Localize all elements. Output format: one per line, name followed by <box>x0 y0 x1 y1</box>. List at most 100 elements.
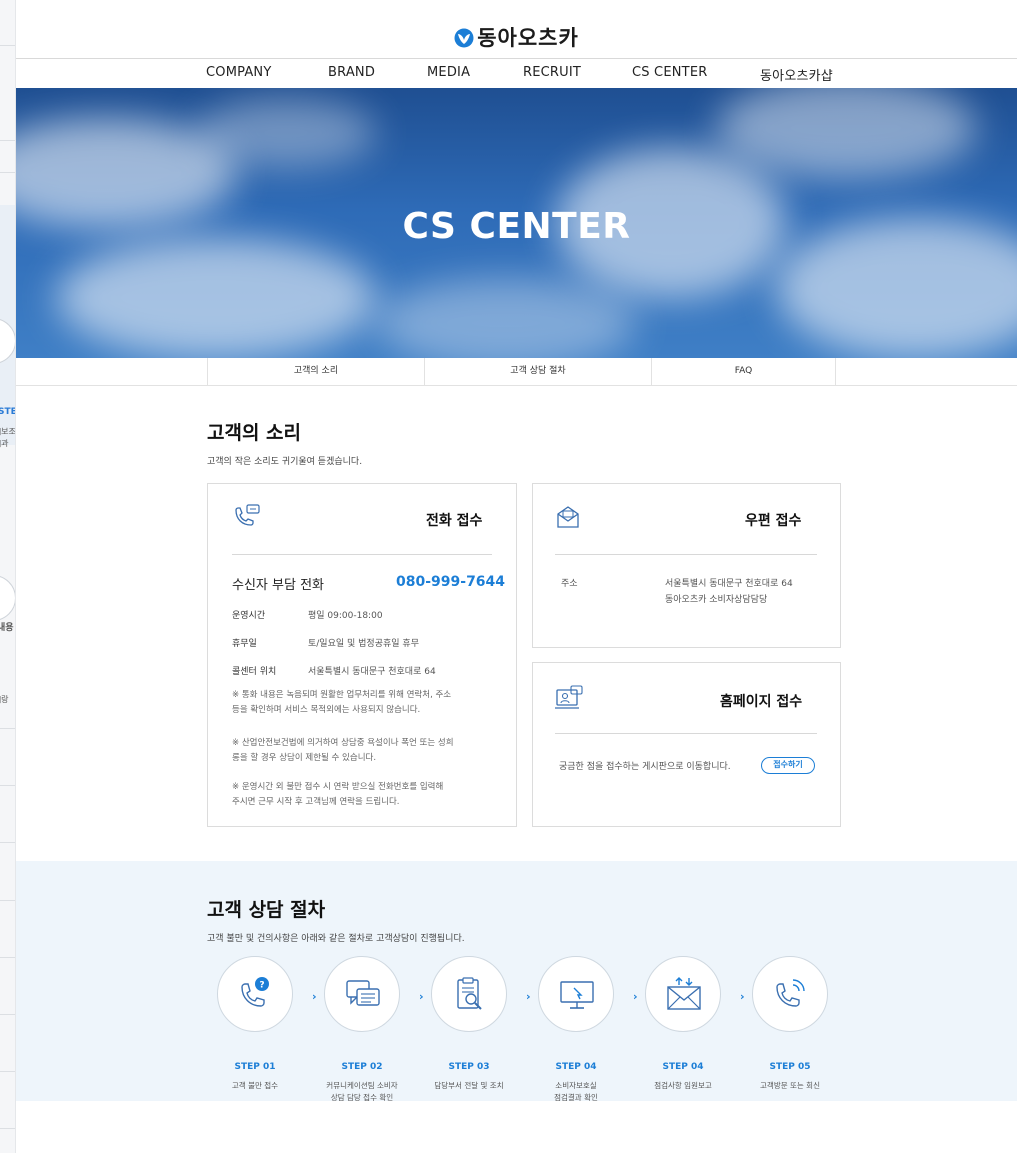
apply-button[interactable]: 접수하기 <box>761 757 815 774</box>
bg-divider <box>0 842 15 843</box>
section-tabs: 고객의 소리 고객 상담 절차 FAQ <box>16 358 1017 386</box>
note-after-hours: ※ 운영시간 외 불만 접수 시 연락 받으실 전화번호를 입력해 주시면 근무… <box>232 780 443 810</box>
step-arrow: › <box>633 990 638 1003</box>
callcenter-label: 콜센터 위치 <box>232 667 277 677</box>
main-nav: COMPANY BRAND MEDIA RECRUIT CS CENTER 동아… <box>16 60 1017 88</box>
step-desc-line: 담당부서 전달 및 조치 <box>434 1081 504 1090</box>
voice-subtitle: 고객의 작은 소리도 귀기울여 듣겠습니다. <box>207 457 363 467</box>
chat-bubbles-icon <box>346 980 380 1006</box>
card-divider <box>555 733 817 734</box>
mail-report-icon <box>667 977 701 1010</box>
step-circle: ? <box>217 956 293 1032</box>
cloud-shape <box>716 88 976 178</box>
nav-media[interactable]: MEDIA <box>427 65 470 80</box>
bg-text: ]보조 <box>0 427 16 436</box>
bg-text: ]랑 <box>0 695 9 704</box>
bg-divider <box>0 1071 15 1072</box>
phone-callback-icon <box>776 979 805 1007</box>
step-label: STEP 04 <box>555 1062 597 1072</box>
process-title: 고객 상담 절차 <box>207 899 326 921</box>
tab-faq[interactable]: FAQ <box>651 358 836 386</box>
web-card-title: 홈페이지 접수 <box>720 694 803 710</box>
nav-divider <box>16 58 1017 59</box>
step-circle <box>752 956 828 1032</box>
note-line: ※ 산업안전보건법에 의거하여 상담중 욕설이나 폭언 또는 성희 <box>232 738 454 748</box>
cloud-shape <box>56 238 376 358</box>
step-label: STEP 03 <box>448 1062 490 1072</box>
bg-divider <box>0 957 15 958</box>
bg-divider <box>0 900 15 901</box>
note-line: 등을 확인하며 서비스 목적외에는 사용되지 않습니다. <box>232 705 421 715</box>
card-divider <box>555 554 817 555</box>
card-divider <box>232 554 492 555</box>
step-arrow: › <box>312 990 317 1003</box>
cloud-shape <box>376 278 636 358</box>
site-header: 동아오츠카 COMPANY BRAND MEDIA RECRUIT CS CEN… <box>16 0 1017 88</box>
tab-consult-process[interactable]: 고객 상담 절차 <box>424 358 651 386</box>
note-line: 주시면 근무 시작 후 고객님께 연락을 드립니다. <box>232 797 400 807</box>
phone-card-title: 전화 접수 <box>426 513 483 529</box>
step-circle <box>324 956 400 1032</box>
note-safety: ※ 산업안전보건법에 의거하여 상담중 욕설이나 폭언 또는 성희 롱을 할 경… <box>232 736 454 766</box>
mail-card-title: 우편 접수 <box>745 513 802 529</box>
logo-text: 동아오츠카 <box>477 26 579 50</box>
step-desc: 소비자보호실 점검결과 확인 <box>521 1080 631 1104</box>
step-arrow: › <box>740 990 745 1003</box>
process-subtitle: 고객 불만 및 건의사항은 아래와 같은 절차로 고객상담이 진행됩니다. <box>207 934 465 944</box>
step-circle <box>645 956 721 1032</box>
nav-recruit[interactable]: RECRUIT <box>523 65 581 80</box>
step-desc-line: 커뮤니케이션팀 소비자 <box>326 1081 398 1090</box>
step-desc: 담당부서 전달 및 조치 <box>414 1080 524 1092</box>
bg-step-label: STEP 0 <box>0 407 15 417</box>
step-circle <box>431 956 507 1032</box>
nav-shop[interactable]: 동아오츠카샵 <box>760 65 833 84</box>
step-desc-line: 점검결과 확인 <box>554 1093 598 1102</box>
step-desc: 점검사항 임원보고 <box>628 1080 738 1092</box>
phone-question-icon: ? <box>241 977 269 1007</box>
address-line2: 동아오츠카 소비자상담담당 <box>665 595 768 605</box>
bg-step-circle <box>0 575 15 621</box>
step-label: STEP 01 <box>234 1062 276 1072</box>
free-call-label: 수신자 부담 전화 <box>232 578 324 593</box>
process-section: 고객 상담 절차 고객 불만 및 건의사항은 아래와 같은 절차로 고객상담이 … <box>16 861 1017 1104</box>
hero-title: CS CENTER <box>402 206 631 247</box>
web-card: 홈페이지 접수 궁금한 점을 접수하는 게시판으로 이동합니다. 접수하기 <box>532 662 841 827</box>
brand-logo[interactable]: 동아오츠카 <box>16 22 1017 53</box>
note-line: 롱을 할 경우 상담이 제한될 수 있습니다. <box>232 753 377 763</box>
address-label: 주소 <box>561 579 578 589</box>
envelope-icon <box>555 504 581 534</box>
mail-card: 우편 접수 주소 서울특별시 동대문구 천호대로 64 동아오츠카 소비자상담담… <box>532 483 841 648</box>
phone-card: 전화 접수 수신자 부담 전화 080-999-7644 운영시간 평일 09:… <box>207 483 517 827</box>
holiday-value: 토/일요일 및 법정공휴일 휴무 <box>308 639 419 649</box>
bg-divider <box>0 1128 15 1129</box>
callcenter-value: 서울특별시 동대문구 천호대로 64 <box>308 667 436 677</box>
step-desc-line: 고객방문 또는 회신 <box>760 1081 820 1090</box>
step-circle <box>538 956 614 1032</box>
step-arrow: › <box>419 990 424 1003</box>
bg-divider <box>0 140 15 141</box>
hero-banner: CS CENTER <box>16 88 1017 358</box>
note-line: ※ 운영시간 외 불만 접수 시 연락 받으실 전화번호를 입력해 <box>232 782 444 792</box>
nav-brand[interactable]: BRAND <box>328 65 375 80</box>
tab-customer-voice[interactable]: 고객의 소리 <box>207 358 424 386</box>
nav-company[interactable]: COMPANY <box>206 65 272 80</box>
voice-title: 고객의 소리 <box>207 422 302 444</box>
step-desc: 고객방문 또는 회신 <box>735 1080 845 1092</box>
computer-icon <box>555 685 585 715</box>
clipboard-search-icon <box>457 977 482 1010</box>
step-desc-line: 상담 담당 접수 확인 <box>330 1093 394 1102</box>
note-recording: ※ 통화 내용은 녹음되며 원활한 업무처리를 위해 연락처, 주소 등을 확인… <box>232 688 451 718</box>
phone-number[interactable]: 080-999-7644 <box>396 574 505 590</box>
hours-label: 운영시간 <box>232 611 266 621</box>
step-arrow: › <box>526 990 531 1003</box>
step-desc-line: 고객 불만 접수 <box>231 1081 279 1090</box>
address-line1: 서울특별시 동대문구 천호대로 64 <box>665 579 793 589</box>
holiday-label: 휴무일 <box>232 639 257 649</box>
page: 동아오츠카 COMPANY BRAND MEDIA RECRUIT CS CEN… <box>16 0 1017 1153</box>
step-desc: 고객 불만 접수 <box>200 1080 310 1092</box>
hours-value: 평일 09:00-18:00 <box>308 611 383 621</box>
cloud-shape <box>196 98 376 168</box>
bg-divider <box>0 1014 15 1015</box>
nav-cs-center[interactable]: CS CENTER <box>632 65 707 80</box>
bg-divider <box>0 45 15 46</box>
